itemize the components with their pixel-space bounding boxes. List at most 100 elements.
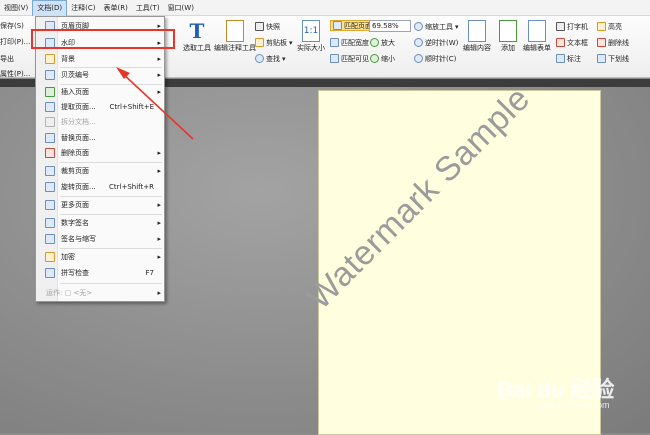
save-button[interactable]: 保存(S) xyxy=(0,21,24,31)
underline-icon xyxy=(597,54,606,63)
snapshot-button[interactable]: 快照 xyxy=(255,21,280,32)
menu-item-split-document[interactable]: 拆分文档... xyxy=(36,116,164,128)
chevron-down-icon: ▾ xyxy=(282,54,286,63)
menu-tools[interactable]: 工具(T) xyxy=(132,0,164,16)
rotate-ccw-button[interactable]: 逆时针(W) xyxy=(414,37,458,48)
menu-item-bates-numbering[interactable]: 贝茨编号 ▸ xyxy=(36,69,164,81)
submenu-arrow-icon: ▸ xyxy=(157,253,161,261)
menu-item-background[interactable]: 背景 ▸ xyxy=(36,53,164,65)
site-url: jingyan.baidu.com xyxy=(537,400,610,410)
zoom-tool-button[interactable]: 缩放工具 ▾ xyxy=(414,21,459,32)
edit-annotation-tool[interactable]: 编辑注释工具 xyxy=(214,20,256,53)
edit-annotation-tool-label: 编辑注释工具 xyxy=(214,44,256,52)
typewriter-button[interactable]: 打字机 xyxy=(556,21,588,32)
zoom-level-input[interactable]: 69.58% xyxy=(369,20,411,32)
zoom-out-icon xyxy=(370,54,379,63)
rotate-cw-icon xyxy=(414,54,423,63)
clipboard-button[interactable]: 剪贴板 ▾ xyxy=(255,37,293,48)
insert-page-icon xyxy=(45,87,55,97)
actual-size-button[interactable]: 1:1 实际大小 xyxy=(297,20,325,53)
menu-item-shortcut: Ctrl+Shift+R xyxy=(109,183,154,191)
add-button[interactable]: 添加 xyxy=(499,20,517,53)
menu-item-label: 签名与缩写 xyxy=(61,235,96,243)
properties-button[interactable]: 属性(P)... xyxy=(0,69,30,79)
add-text-icon xyxy=(499,20,517,42)
clipboard-icon xyxy=(255,38,264,47)
menu-item-label: 替换页面... xyxy=(61,134,96,142)
menu-item-label: 插入页面 xyxy=(61,88,89,96)
select-text-tool[interactable]: T 选取工具 xyxy=(183,20,211,53)
menu-item-shortcut: Ctrl+Shift+E xyxy=(109,103,154,111)
menu-item-label: 背景 xyxy=(61,55,75,63)
lock-icon xyxy=(45,252,55,262)
menu-item-label: 运作: ▢ <无> xyxy=(46,289,93,297)
submenu-arrow-icon: ▸ xyxy=(157,71,161,79)
zoom-out-button[interactable]: 缩小 xyxy=(370,53,395,64)
menu-item-encrypt[interactable]: 加密 ▸ xyxy=(36,251,164,263)
menu-item-label: 加密 xyxy=(61,253,75,261)
menu-item-label: 删除页面 xyxy=(61,149,89,157)
replace-page-icon xyxy=(45,133,55,143)
menu-item-digital-signature[interactable]: 数字签名 ▸ xyxy=(36,217,164,229)
menu-item-extract-pages[interactable]: 提取页面... Ctrl+Shift+E xyxy=(36,101,164,113)
fit-visible-button[interactable]: 匹配可见 xyxy=(330,53,369,64)
rotate-cw-button[interactable]: 顺时针(C) xyxy=(414,53,456,64)
clipboard-label: 剪贴板 xyxy=(266,38,287,47)
annotation-edit-icon xyxy=(226,20,244,42)
menu-item-sign-initials[interactable]: 签名与缩写 ▸ xyxy=(36,233,164,245)
menu-view[interactable]: 视图(V) xyxy=(0,0,32,16)
underline-button[interactable]: 下划线 xyxy=(597,53,629,64)
chevron-down-icon: ▾ xyxy=(455,22,459,31)
text-select-icon: T xyxy=(189,19,205,43)
fit-visible-icon xyxy=(330,54,339,63)
fit-page-icon xyxy=(333,21,342,30)
menu-item-shortcut: F7 xyxy=(145,269,154,277)
edit-content-icon xyxy=(468,20,486,42)
menu-item-run-action[interactable]: 运作: ▢ <无> ▸ xyxy=(36,287,164,299)
submenu-arrow-icon: ▸ xyxy=(157,55,161,63)
submenu-arrow-icon: ▸ xyxy=(157,201,161,209)
extract-page-icon xyxy=(45,102,55,112)
menu-item-crop-pages[interactable]: 裁剪页面 ▸ xyxy=(36,165,164,177)
menu-document[interactable]: 文档(D) xyxy=(32,0,68,16)
menu-window[interactable]: 窗口(W) xyxy=(164,0,198,16)
menu-item-delete-pages[interactable]: 删除页面 ▸ xyxy=(36,147,164,159)
menu-separator xyxy=(60,84,162,85)
menu-comment[interactable]: 注释(C) xyxy=(67,0,99,16)
zoom-in-button[interactable]: 放大 xyxy=(370,37,395,48)
menu-item-label: 更多页面 xyxy=(61,201,89,209)
zoom-in-icon xyxy=(370,38,379,47)
menu-item-rotate-pages[interactable]: 旋转页面... Ctrl+Shift+R xyxy=(36,181,164,193)
submenu-arrow-icon: ▸ xyxy=(157,88,161,96)
menu-item-insert-page[interactable]: 插入页面 ▸ xyxy=(36,86,164,98)
select-text-tool-label: 选取工具 xyxy=(183,44,211,52)
menu-item-replace-pages[interactable]: 替换页面... xyxy=(36,132,164,144)
menu-separator xyxy=(60,248,162,249)
digital-signature-icon xyxy=(45,218,55,228)
edit-form-icon xyxy=(528,20,546,42)
menu-bar: 视图(V) 文档(D) 注释(C) 表单(R) 工具(T) 窗口(W) xyxy=(0,0,650,16)
document-menu-dropdown: 页眉页脚 ▸ 水印 ▸ 背景 ▸ 贝茨编号 ▸ 插入页面 ▸ 提取页面... C… xyxy=(35,16,165,302)
export-button[interactable]: 导出 xyxy=(0,54,14,64)
menu-form[interactable]: 表单(R) xyxy=(99,0,131,16)
edit-content-label: 编辑内容 xyxy=(463,44,491,52)
print-button[interactable]: 打印(P)... xyxy=(0,37,30,47)
fit-width-button[interactable]: 匹配宽度 xyxy=(330,37,369,48)
menu-item-more-pages[interactable]: 更多页面 ▸ xyxy=(36,199,164,211)
strikeout-label: 删除线 xyxy=(608,38,629,47)
menu-separator xyxy=(60,214,162,215)
more-pages-icon xyxy=(45,200,55,210)
submenu-arrow-icon: ▸ xyxy=(157,289,161,297)
menu-item-label: 数字签名 xyxy=(61,219,89,227)
background-icon xyxy=(45,54,55,64)
highlight-button[interactable]: 高亮 xyxy=(597,21,622,32)
submenu-arrow-icon: ▸ xyxy=(157,167,161,175)
spell-check-icon xyxy=(45,268,55,278)
find-button[interactable]: 查找 ▾ xyxy=(255,53,286,64)
menu-item-spell-check[interactable]: 拼写检查 F7 xyxy=(36,267,164,279)
edit-content-button[interactable]: 编辑内容 xyxy=(463,20,491,53)
strikeout-button[interactable]: 删除线 xyxy=(597,37,629,48)
menu-item-label: 旋转页面... xyxy=(61,183,96,191)
chevron-down-icon: ▾ xyxy=(289,38,293,47)
search-icon xyxy=(255,54,264,63)
